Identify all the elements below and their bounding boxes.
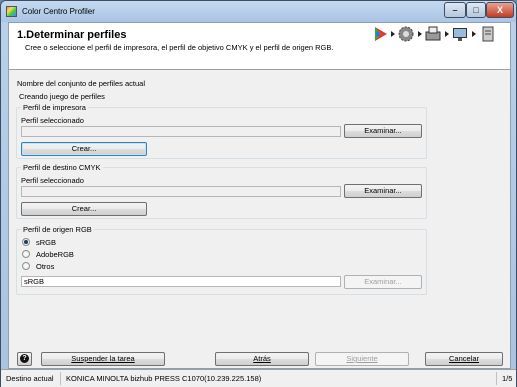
printer-profile-group: Perfil de impresora Perfil seleccionado … xyxy=(16,103,427,159)
maximize-button[interactable]: □ xyxy=(466,2,486,18)
step-arrow-icon xyxy=(391,31,395,37)
cmyk-browse-button[interactable]: Examinar... xyxy=(344,184,422,198)
destination-label: Destino actual xyxy=(3,372,61,385)
profile-set-label: Nombre del conjunto de perfiles actual xyxy=(17,79,145,88)
cmyk-create-button[interactable]: Crear... xyxy=(21,202,147,216)
wand-icon xyxy=(375,27,387,41)
suspend-label: Suspender la tarea xyxy=(71,354,135,363)
minimize-button[interactable]: – xyxy=(444,2,466,18)
selected-profile-label: Perfil seleccionado xyxy=(21,176,84,185)
radio-button[interactable] xyxy=(22,262,30,270)
help-button[interactable]: ? xyxy=(17,352,32,366)
help-icon: ? xyxy=(20,354,29,363)
cmyk-profile-group: Perfil de destino CMYK Perfil selecciona… xyxy=(16,163,427,219)
selected-profile-label: Perfil seleccionado xyxy=(21,116,84,125)
button-bar: ? Suspender la tarea Atrás Siguiente Can… xyxy=(9,349,510,369)
radio-label: Otros xyxy=(36,262,55,271)
printer-browse-button[interactable]: Examinar... xyxy=(344,124,422,138)
title-bar[interactable]: Color Centro Profiler – □ X xyxy=(1,1,516,22)
gear-icon xyxy=(398,26,414,42)
step-arrow-icon xyxy=(418,31,422,37)
rgb-browse-button[interactable]: Examinar... xyxy=(344,275,422,289)
monitor-icon xyxy=(453,28,467,41)
window-title: Color Centro Profiler xyxy=(22,7,95,16)
app-window: Color Centro Profiler – □ X 1.Determinar… xyxy=(0,0,517,387)
printer-icon xyxy=(425,26,441,41)
radio-label: AdobeRGB xyxy=(36,250,74,259)
printer-create-button[interactable]: Crear... xyxy=(21,142,147,156)
close-button[interactable]: X xyxy=(486,2,514,18)
rgb-profile-field[interactable]: sRGB xyxy=(21,276,341,287)
app-logo-icon xyxy=(6,6,17,17)
step-indicator xyxy=(369,25,509,45)
cmyk-profile-field[interactable] xyxy=(21,186,341,197)
page-header: 1.Determinar perfiles Cree o seleccione … xyxy=(9,23,510,70)
page-indicator: 1/5 xyxy=(502,374,513,383)
step-arrow-icon xyxy=(445,31,449,37)
document-icon xyxy=(482,26,494,42)
cancel-label: Cancelar xyxy=(448,354,479,363)
main-panel: 1.Determinar perfiles Cree o seleccione … xyxy=(8,22,511,369)
group-title: Perfil de destino CMYK xyxy=(21,163,103,172)
rgb-profile-group: Perfil de origen RGB sRGB AdobeRGB Otros… xyxy=(16,225,427,295)
destination-value: KONICA MINOLTA bizhub PRESS C1070(10.239… xyxy=(63,372,497,385)
next-label: Siguiente xyxy=(346,354,378,363)
back-label: Atrás xyxy=(253,354,271,363)
next-button[interactable]: Siguiente xyxy=(315,352,409,366)
profile-set-value: Creando juego de perfiles xyxy=(19,92,105,101)
status-bar: Destino actual KONICA MINOLTA bizhub PRE… xyxy=(1,369,516,387)
radio-button[interactable] xyxy=(22,250,30,258)
radio-button[interactable] xyxy=(22,238,30,246)
group-title: Perfil de impresora xyxy=(21,103,88,112)
back-button[interactable]: Atrás xyxy=(215,352,309,366)
step-arrow-icon xyxy=(472,31,476,37)
cancel-button[interactable]: Cancelar xyxy=(425,352,503,366)
suspend-task-button[interactable]: Suspender la tarea xyxy=(41,352,165,366)
printer-profile-field[interactable] xyxy=(21,126,341,137)
page-subtitle: Cree o seleccione el perfil de impresora… xyxy=(25,43,334,52)
page-title: 1.Determinar perfiles xyxy=(17,29,127,41)
group-title: Perfil de origen RGB xyxy=(21,225,94,234)
radio-label: sRGB xyxy=(36,238,57,247)
